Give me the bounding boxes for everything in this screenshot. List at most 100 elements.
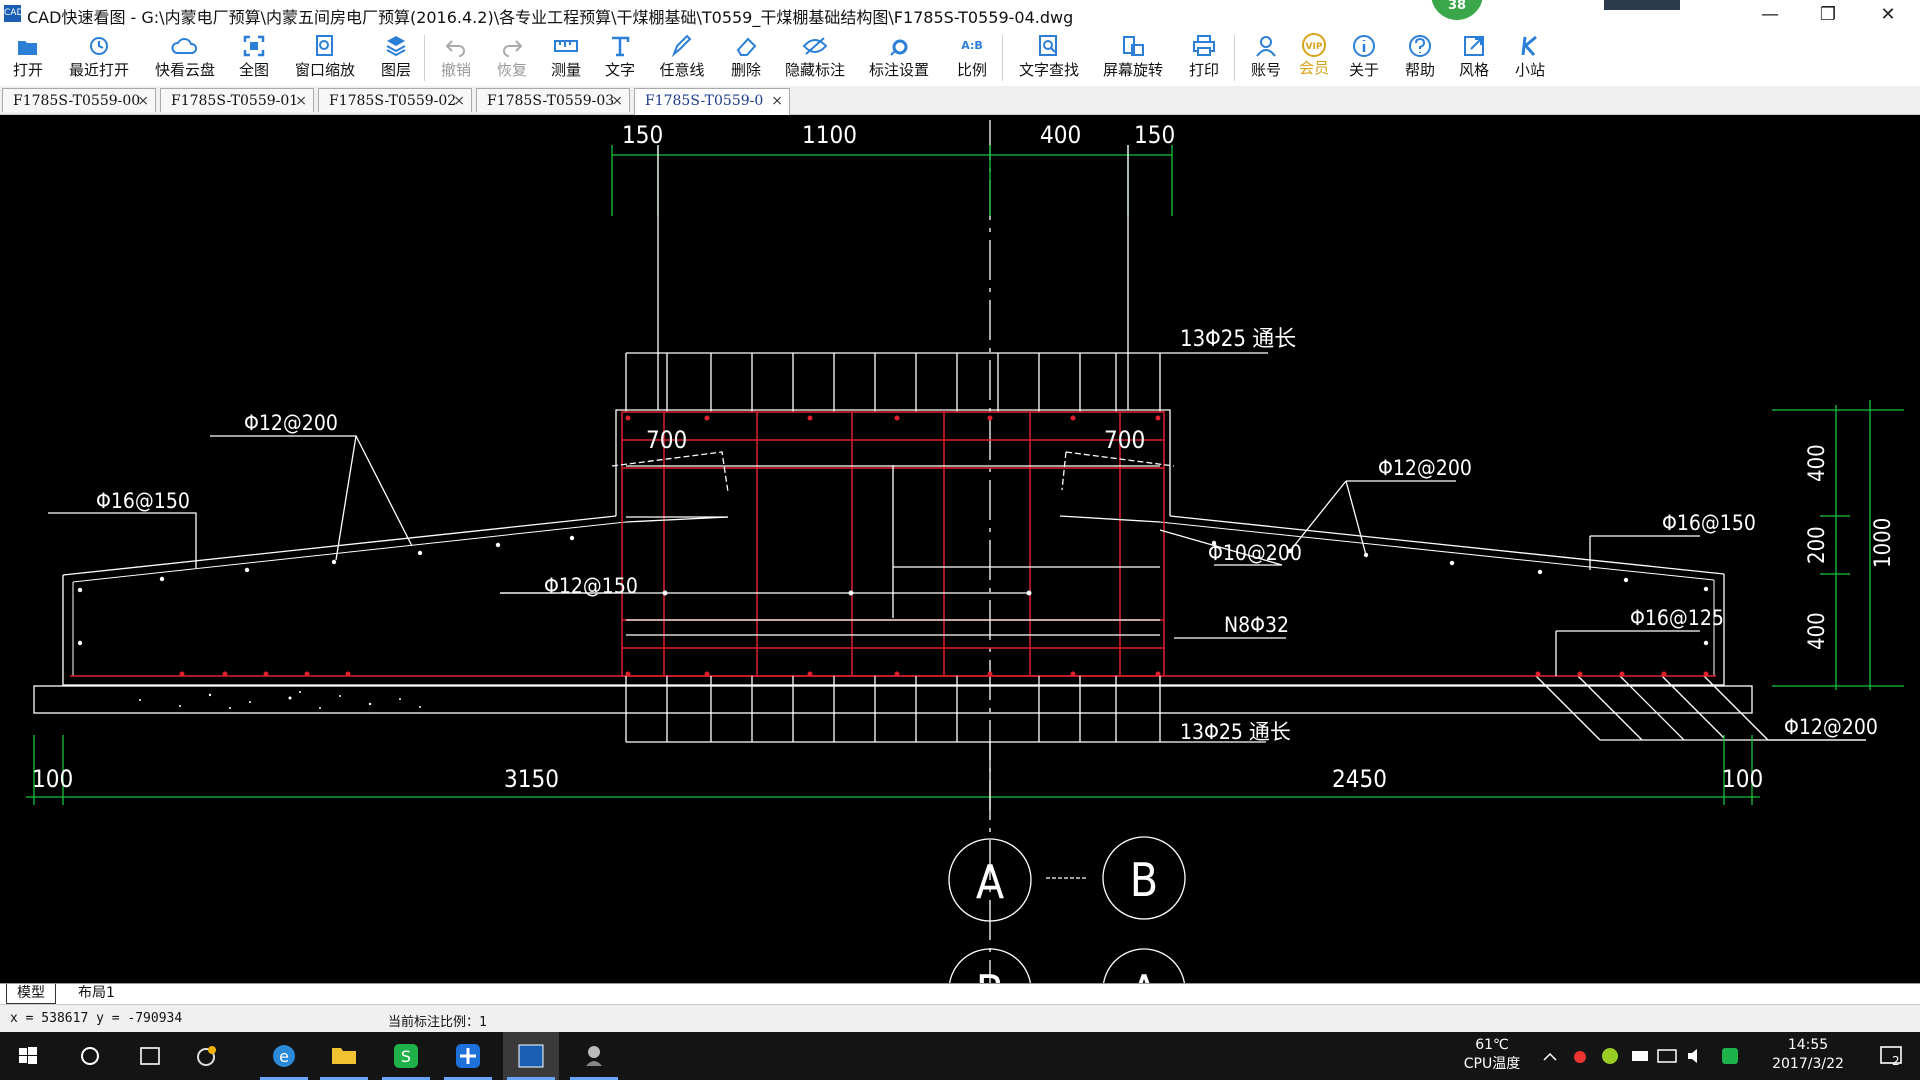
rotate-screen-button[interactable]: 屏幕旋转 [1100,33,1166,83]
undo-icon [445,40,465,57]
clock[interactable]: 14:55 2017/3/22 [1760,1036,1856,1074]
eye-hide-icon [802,37,828,55]
status-bar: x = 538617 y = -790934 当前标注比例：1 [0,1004,1920,1033]
tab-close-icon[interactable]: × [137,89,149,113]
title-bar: CAD CAD快速看图 - G:\内蒙电厂预算\内蒙五间房电厂预算(2016.4… [0,0,1920,29]
tab-layout1[interactable]: 布局1 [68,984,125,1003]
cloud-button[interactable]: 快看云盘 [152,33,218,83]
redo-button[interactable]: 恢复 [492,33,532,83]
tab-file-03[interactable]: F1785S-T0559-03 × [476,88,630,112]
tab-model[interactable]: 模型 [6,984,56,1004]
label-phi12-200-right: Φ12@200 [1378,456,1472,480]
restore-button[interactable]: ❐ [1800,0,1856,29]
annotation-settings-icon [890,39,908,56]
ie-button[interactable]: e [256,1032,312,1080]
label-phi12-150: Φ12@150 [544,574,638,598]
action-center-button[interactable]: 2 [1864,1032,1920,1080]
top-rebar-comb [625,352,1268,412]
pinwheel-button[interactable] [440,1032,496,1080]
scale-button[interactable]: A:B 比例 [952,33,992,83]
explorer-button[interactable] [316,1032,372,1080]
k-station-icon [1521,35,1537,56]
text-button[interactable]: 文字 [600,33,640,83]
help-icon [1409,35,1431,57]
help-button[interactable]: 帮助 [1400,33,1440,83]
clock-date: 2017/3/22 [1772,1056,1844,1072]
dim-bottom-3150: 3150 [504,765,559,793]
tab-label: F1785S-T0559-00 [13,93,141,109]
file-tab-bar: F1785S-T0559-00 × F1785S-T0559-01 × F1785S… [0,86,1920,115]
rotate-screen-icon [1123,36,1144,56]
start-button[interactable] [0,1032,56,1080]
hide-annotation-button[interactable]: 隐藏标注 [782,33,848,83]
clock-time: 14:55 [1787,1037,1829,1053]
cpu-temp[interactable]: 61℃ CPU温度 [1452,1036,1532,1074]
close-button[interactable]: ✕ [1860,0,1916,29]
top-dimension [611,145,1173,216]
zoom-window-button[interactable]: 窗口缩放 [292,33,358,83]
game-button[interactable] [566,1032,622,1080]
section-mark-b: B [1130,853,1158,907]
section-mark-b2: B [976,965,1004,983]
station-button[interactable]: 小站 [1510,33,1550,83]
measure-button[interactable]: 测量 [546,33,586,83]
account-button[interactable]: 账号 [1246,33,1286,83]
cortana-icon [81,1047,99,1065]
ie-icon: e [273,1045,295,1067]
notification-badge[interactable]: 38 [1431,0,1483,20]
about-button[interactable]: 关于 [1344,33,1384,83]
wps-tray-icon [1722,1048,1738,1064]
open-button[interactable]: 打开 [8,33,48,83]
tab-file-04[interactable]: F1785S-T0559-0 × [634,88,790,115]
app-icon: CAD [4,5,23,22]
tab-label: F1785S-T0559-02 [329,93,457,109]
fit-all-icon [243,35,265,57]
zoom-window-icon [316,35,333,56]
label-phi16-150-left: Φ16@150 [96,489,190,513]
toolbar-separator [1002,35,1003,81]
drawing-canvas[interactable]: 150 1100 400 150 13Φ25 通长 700 700 Φ12@20… [0,115,1920,983]
wps-button[interactable]: S [378,1032,434,1080]
delete-button[interactable]: 删除 [726,33,766,83]
task-view-button[interactable] [122,1032,178,1080]
tab-file-00[interactable]: F1785S-T0559-00 × [2,88,156,112]
layers-button[interactable]: 图层 [378,33,414,83]
print-button[interactable]: 打印 [1184,33,1224,83]
freeline-button[interactable]: 任意线 [656,33,708,83]
tray-icons[interactable] [1538,1044,1738,1068]
undo-button[interactable]: 撤销 [436,33,476,83]
toolbar-separator [1234,35,1235,81]
dim-right-1000: 1000 [1871,518,1896,568]
hook-left [611,451,729,493]
fit-all-button[interactable]: 全图 [236,33,272,83]
text-search-button[interactable]: 文字查找 [1016,33,1082,83]
tab-close-icon[interactable]: × [453,89,465,113]
window-title: CAD快速看图 - G:\内蒙电厂预算\内蒙五间房电厂预算(2016.4.2)\… [27,8,1074,27]
pencil-icon [671,34,692,58]
toolbar-separator [424,35,425,81]
tab-close-icon[interactable]: × [771,89,783,113]
tab-file-01[interactable]: F1785S-T0559-01 × [160,88,314,112]
minimize-button[interactable]: — [1742,0,1798,29]
label-phi16-150-right: Φ16@150 [1662,511,1756,535]
text-search-icon [1039,35,1057,56]
cortana-button[interactable] [62,1032,118,1080]
dim-top-400: 400 [1040,121,1081,149]
windows-start-icon [19,1047,37,1064]
top-rebar-label: 13Φ25 通长 [1180,327,1296,352]
cloud-icon [171,38,198,54]
dim-700-left: 700 [646,426,687,454]
tab-close-icon[interactable]: × [295,89,307,113]
recent-button[interactable]: 最近打开 [66,33,132,83]
cad-viewer-button[interactable] [503,1032,559,1080]
tab-file-02[interactable]: F1785S-T0559-02 × [318,88,472,112]
label-phi12-200-bottom: Φ12@200 [1784,715,1878,739]
assistant-button[interactable] [180,1032,236,1080]
vip-button[interactable]: VIP 会员 [1294,33,1334,83]
style-button[interactable]: 风格 [1454,33,1494,83]
eraser-icon [736,37,757,56]
tab-close-icon[interactable]: × [611,89,623,113]
layers-icon [386,36,406,57]
dim-right-400-bottom: 400 [1805,612,1830,650]
annotation-settings-button[interactable]: 标注设置 [866,33,932,83]
